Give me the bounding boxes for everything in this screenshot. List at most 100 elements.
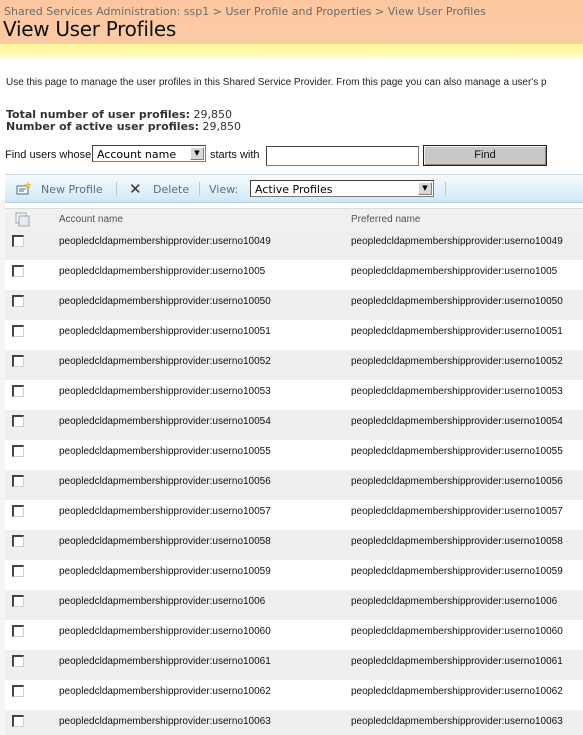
find-prefix-label: Find users whose	[5, 149, 92, 161]
table-row[interactable]: peopledcldapmembershipprovider:userno100…	[5, 560, 583, 590]
row-checkbox[interactable]	[12, 355, 24, 367]
row-checkbox[interactable]	[12, 595, 24, 607]
account-name-cell[interactable]: peopledcldapmembershipprovider:userno100…	[59, 506, 271, 517]
find-middle-label: starts with	[210, 149, 260, 161]
preferred-name-cell: peopledcldapmembershipprovider:userno100…	[351, 626, 563, 637]
preferred-name-cell: peopledcldapmembershipprovider:userno100…	[351, 416, 563, 427]
account-name-cell[interactable]: peopledcldapmembershipprovider:userno100…	[59, 416, 271, 427]
profile-stats: Total number of user profiles: 29,850 Nu…	[6, 109, 241, 133]
search-input[interactable]	[266, 146, 419, 166]
row-checkbox[interactable]	[12, 385, 24, 397]
breadcrumb-item-current: View User Profiles	[387, 5, 486, 18]
account-name-cell[interactable]: peopledcldapmembershipprovider:userno100…	[59, 236, 271, 247]
table-row[interactable]: peopledcldapmembershipprovider:userno100…	[5, 650, 583, 680]
page-description: Use this page to manage the user profile…	[6, 77, 547, 88]
row-checkbox[interactable]	[12, 445, 24, 457]
preferred-name-cell: peopledcldapmembershipprovider:userno100…	[351, 326, 563, 337]
row-checkbox[interactable]	[12, 475, 24, 487]
toolbar-divider	[199, 182, 200, 196]
new-profile-button[interactable]: New Profile	[41, 183, 103, 196]
account-name-cell[interactable]: peopledcldapmembershipprovider:userno100…	[59, 446, 271, 457]
row-checkbox[interactable]	[12, 295, 24, 307]
row-checkbox[interactable]	[12, 535, 24, 547]
active-profiles-label: Number of active user profiles:	[6, 120, 199, 133]
row-checkbox[interactable]	[12, 235, 24, 247]
row-checkbox[interactable]	[12, 505, 24, 517]
new-profile-icon	[16, 181, 32, 195]
find-users-form: Find users whose Account name ▼ starts w…	[5, 145, 575, 167]
preferred-name-cell: peopledcldapmembershipprovider:userno100…	[351, 296, 563, 307]
find-field-selected: Account name	[97, 148, 177, 161]
table-row[interactable]: peopledcldapmembershipprovider:userno100…	[5, 500, 583, 530]
table-row[interactable]: peopledcldapmembershipprovider:userno100…	[5, 620, 583, 650]
active-profiles-value: 29,850	[202, 120, 241, 133]
view-select[interactable]: Active Profiles ▼	[250, 180, 434, 197]
breadcrumb-separator: >	[375, 5, 385, 18]
account-name-cell[interactable]: peopledcldapmembershipprovider:userno100…	[59, 326, 271, 337]
table-row[interactable]: peopledcldapmembershipprovider:userno100…	[5, 680, 583, 710]
row-checkbox[interactable]	[12, 265, 24, 277]
row-checkbox[interactable]	[12, 715, 24, 727]
active-profiles: Number of active user profiles: 29,850	[6, 121, 241, 133]
account-name-cell[interactable]: peopledcldapmembershipprovider:userno100…	[59, 716, 271, 727]
preferred-name-cell: peopledcldapmembershipprovider:userno100…	[351, 266, 558, 277]
table-row[interactable]: peopledcldapmembershipprovider:userno100…	[5, 290, 583, 320]
delete-icon[interactable]: ✕	[129, 180, 142, 198]
account-name-cell[interactable]: peopledcldapmembershipprovider:userno100…	[59, 266, 265, 277]
table-row[interactable]: peopledcldapmembershipprovider:userno100…	[5, 380, 583, 410]
account-name-cell[interactable]: peopledcldapmembershipprovider:userno100…	[59, 566, 271, 577]
toolbar-divider	[116, 182, 117, 196]
row-checkbox[interactable]	[12, 655, 24, 667]
account-name-cell[interactable]: peopledcldapmembershipprovider:userno100…	[59, 686, 271, 697]
table-row[interactable]: peopledcldapmembershipprovider:userno100…	[5, 260, 583, 290]
account-name-cell[interactable]: peopledcldapmembershipprovider:userno100…	[59, 656, 271, 667]
preferred-name-cell: peopledcldapmembershipprovider:userno100…	[351, 236, 563, 247]
account-name-cell[interactable]: peopledcldapmembershipprovider:userno100…	[59, 386, 271, 397]
chevron-down-icon[interactable]: ▼	[418, 182, 432, 195]
row-checkbox[interactable]	[12, 625, 24, 637]
table-row[interactable]: peopledcldapmembershipprovider:userno100…	[5, 590, 583, 620]
account-name-cell[interactable]: peopledcldapmembershipprovider:userno100…	[59, 296, 271, 307]
table-row[interactable]: peopledcldapmembershipprovider:userno100…	[5, 440, 583, 470]
account-name-cell[interactable]: peopledcldapmembershipprovider:userno100…	[59, 356, 271, 367]
table-row[interactable]: peopledcldapmembershipprovider:userno100…	[5, 320, 583, 350]
page-title: View User Profiles	[3, 17, 176, 41]
row-checkbox[interactable]	[12, 565, 24, 577]
preferred-name-cell: peopledcldapmembershipprovider:userno100…	[351, 356, 563, 367]
chevron-down-icon[interactable]: ▼	[190, 147, 204, 160]
table-row[interactable]: peopledcldapmembershipprovider:userno100…	[5, 530, 583, 560]
view-label: View:	[209, 183, 239, 196]
row-checkbox[interactable]	[12, 685, 24, 697]
account-name-cell[interactable]: peopledcldapmembershipprovider:userno100…	[59, 596, 265, 607]
column-header-preferred-name[interactable]: Preferred name	[351, 214, 420, 225]
account-name-cell[interactable]: peopledcldapmembershipprovider:userno100…	[59, 626, 271, 637]
preferred-name-cell: peopledcldapmembershipprovider:userno100…	[351, 656, 563, 667]
row-checkbox[interactable]	[12, 325, 24, 337]
account-name-cell[interactable]: peopledcldapmembershipprovider:userno100…	[59, 476, 271, 487]
table-row[interactable]: peopledcldapmembershipprovider:userno100…	[5, 410, 583, 440]
table-row[interactable]: peopledcldapmembershipprovider:userno100…	[5, 350, 583, 380]
find-button[interactable]: Find	[423, 145, 547, 166]
table-header: Account name Preferred name	[5, 208, 583, 230]
title-accent-band	[0, 44, 583, 59]
table-row[interactable]: peopledcldapmembershipprovider:userno100…	[5, 710, 583, 735]
table-row[interactable]: peopledcldapmembershipprovider:userno100…	[5, 470, 583, 500]
breadcrumb-item-user-profile-properties[interactable]: User Profile and Properties	[225, 5, 371, 18]
preferred-name-cell: peopledcldapmembershipprovider:userno100…	[351, 716, 563, 727]
preferred-name-cell: peopledcldapmembershipprovider:userno100…	[351, 446, 563, 457]
preferred-name-cell: peopledcldapmembershipprovider:userno100…	[351, 506, 563, 517]
view-selected: Active Profiles	[255, 183, 333, 196]
column-header-account-name[interactable]: Account name	[59, 214, 123, 225]
delete-button[interactable]: Delete	[153, 183, 189, 196]
toolbar-divider	[445, 182, 446, 196]
table-row[interactable]: peopledcldapmembershipprovider:userno100…	[5, 230, 583, 260]
preferred-name-cell: peopledcldapmembershipprovider:userno100…	[351, 566, 563, 577]
preferred-name-cell: peopledcldapmembershipprovider:userno100…	[351, 596, 558, 607]
account-name-cell[interactable]: peopledcldapmembershipprovider:userno100…	[59, 536, 271, 547]
find-field-select[interactable]: Account name ▼	[92, 145, 206, 162]
row-checkbox[interactable]	[12, 415, 24, 427]
select-all-icon[interactable]	[15, 212, 31, 227]
preferred-name-cell: peopledcldapmembershipprovider:userno100…	[351, 386, 563, 397]
breadcrumb-separator: >	[212, 5, 222, 18]
preferred-name-cell: peopledcldapmembershipprovider:userno100…	[351, 476, 563, 487]
